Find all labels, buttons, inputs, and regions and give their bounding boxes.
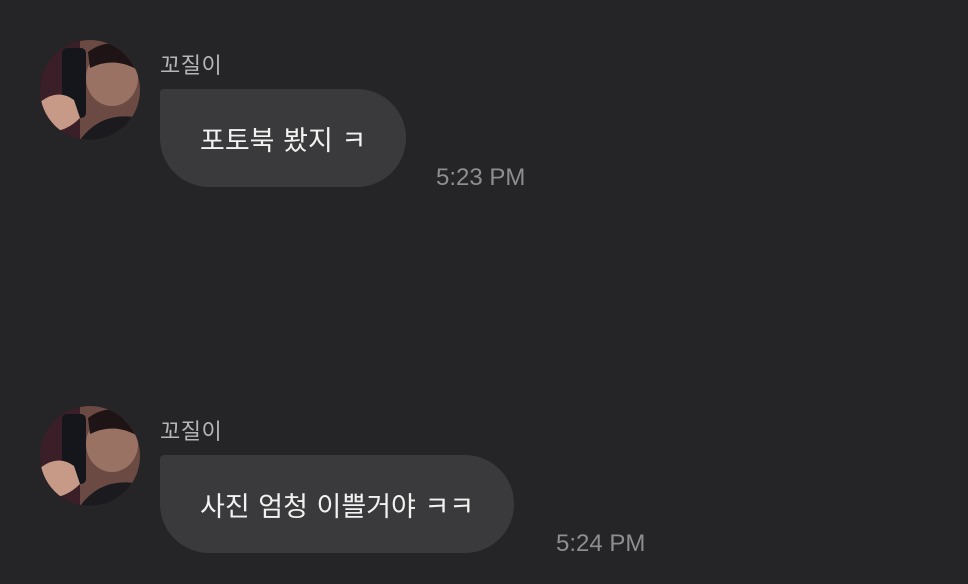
avatar-photo bbox=[40, 40, 140, 140]
sender-name: 꼬질이 bbox=[160, 54, 223, 79]
message-row: 꼬질이 포토북 봤지 ㅋ 5:23 PM bbox=[0, 40, 968, 200]
avatar-photo bbox=[40, 406, 140, 506]
message-timestamp: 5:24 PM bbox=[556, 530, 646, 557]
message-bubble[interactable]: 포토북 봤지 ㅋ bbox=[160, 89, 407, 187]
avatar[interactable] bbox=[40, 40, 140, 140]
avatar[interactable] bbox=[40, 406, 140, 506]
message-timestamp: 5:23 PM bbox=[436, 164, 526, 191]
message-row: 꼬질이 사진 엄청 이쁠거야 ㅋㅋ 5:24 PM bbox=[0, 406, 968, 566]
sender-name: 꼬질이 bbox=[160, 420, 223, 445]
message-bubble[interactable]: 사진 엄청 이쁠거야 ㅋㅋ bbox=[160, 455, 515, 553]
